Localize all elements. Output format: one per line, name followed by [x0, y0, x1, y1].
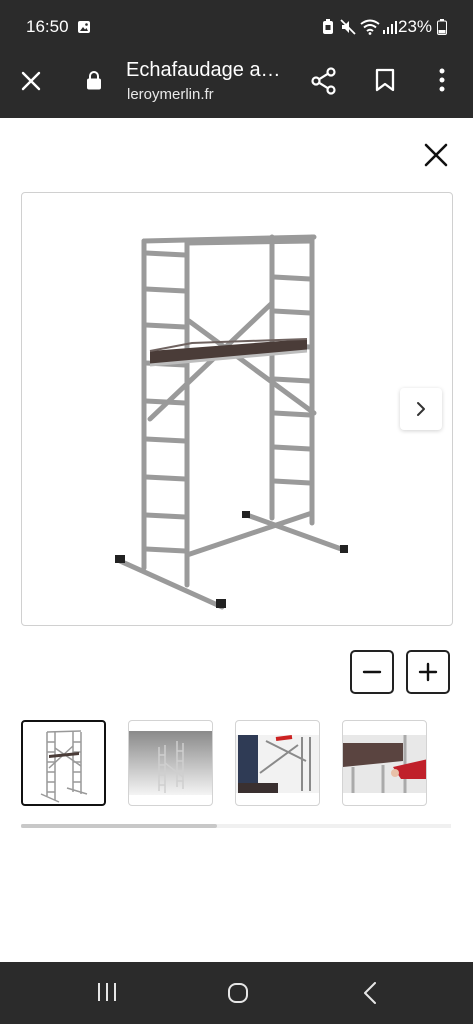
next-image-button[interactable]	[400, 388, 442, 430]
status-bar: 16:50 23%	[0, 0, 473, 54]
thumbnail-4[interactable]	[342, 720, 427, 806]
signal-icon	[383, 21, 397, 34]
thumbnail-1[interactable]	[21, 720, 106, 806]
chevron-right-icon	[417, 402, 425, 416]
system-navigation-bar	[0, 962, 473, 1024]
plus-icon	[418, 662, 438, 682]
share-icon[interactable]	[311, 67, 337, 95]
back-icon[interactable]	[363, 982, 377, 1004]
mute-icon	[340, 19, 356, 35]
thumbnail-scrollbar[interactable]	[21, 824, 217, 828]
battery-saver-icon	[323, 19, 333, 34]
lock-icon[interactable]	[86, 70, 102, 90]
scaffold-tower-image	[115, 234, 348, 610]
page-title: Echafaudage a…	[126, 59, 281, 81]
page-domain: leroymerlin.fr	[127, 86, 214, 103]
zoom-out-button[interactable]	[350, 650, 394, 694]
bookmark-icon[interactable]	[375, 68, 395, 92]
scaffold-angled-view	[129, 731, 212, 795]
more-options-icon[interactable]	[438, 68, 446, 92]
scaffold-platform-detail	[343, 735, 426, 793]
wifi-icon	[360, 19, 380, 35]
recent-apps-icon[interactable]	[96, 982, 118, 1002]
zoom-in-button[interactable]	[406, 650, 450, 694]
close-tab-icon[interactable]	[20, 70, 42, 92]
scaffold-full-view	[40, 730, 88, 803]
close-gallery-icon[interactable]	[423, 142, 449, 168]
battery-percent: 23%	[398, 17, 433, 36]
main-image-viewer[interactable]	[21, 192, 453, 626]
status-time: 16:50	[26, 17, 69, 36]
thumbnail-3[interactable]	[235, 720, 320, 806]
thumbnail-2[interactable]	[128, 720, 213, 806]
gallery-notification-icon	[78, 21, 90, 33]
battery-icon	[437, 19, 447, 35]
scaffold-assembly-detail	[236, 735, 319, 793]
home-icon[interactable]	[227, 982, 249, 1004]
custom-tab-toolbar: Echafaudage a… leroymerlin.fr	[0, 54, 473, 118]
minus-icon	[362, 670, 382, 674]
